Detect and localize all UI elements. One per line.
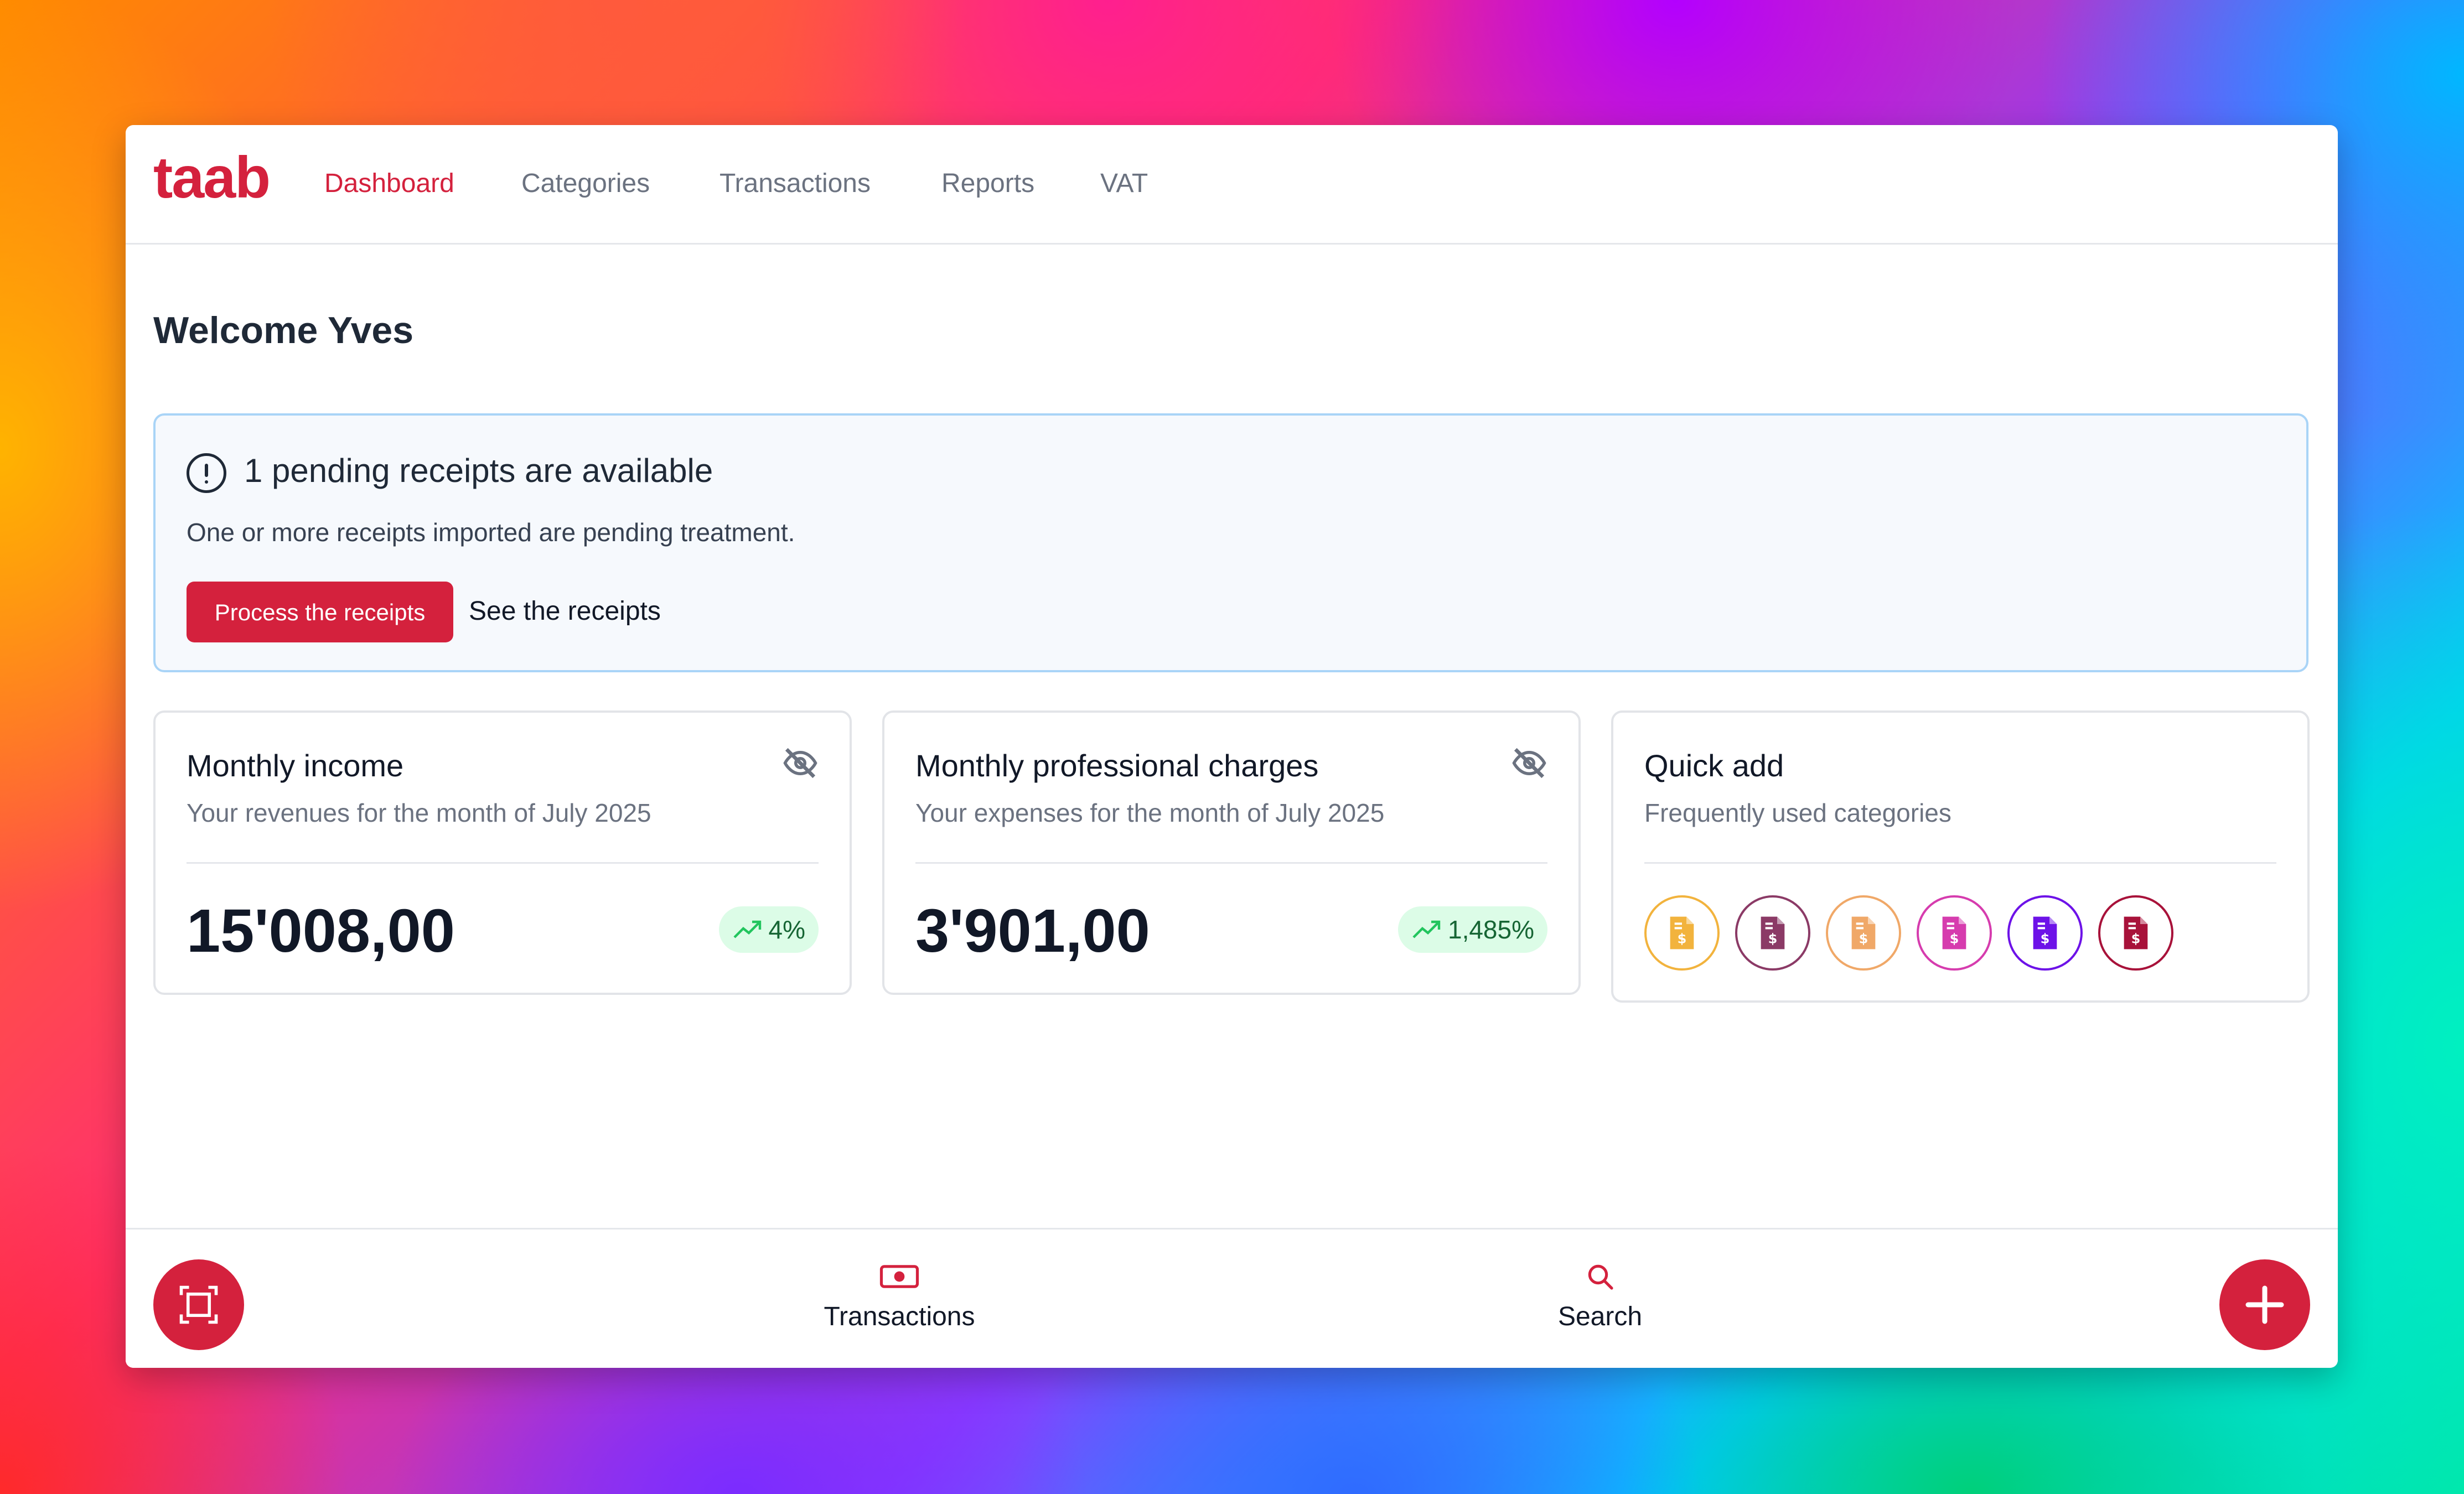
nav-item-dashboard[interactable]: Dashboard: [324, 170, 454, 197]
quick-add-categories: $ $ $ $ $ $: [1644, 895, 2173, 971]
tab-label: Search: [1557, 1302, 1643, 1331]
card-title: Monthly income: [187, 748, 404, 783]
svg-text:$: $: [2131, 931, 2141, 947]
see-receipts-button[interactable]: See the receipts: [469, 598, 661, 625]
pending-receipts-alert: 1 pending receipts are available One or …: [153, 413, 2308, 672]
trend-value: 4%: [768, 915, 805, 944]
tab-search[interactable]: Search: [1489, 1257, 1711, 1330]
quick-add-card: Quick add Frequently used categories $ $ $…: [1611, 710, 2310, 1003]
card-title: Quick add: [1644, 748, 1784, 783]
alert-description: One or more receipts imported are pendin…: [187, 518, 795, 547]
top-navigation: taab Dashboard Categories Transactions R…: [126, 125, 2338, 245]
svg-text:$: $: [1768, 931, 1778, 947]
process-receipts-button[interactable]: Process the receipts: [187, 582, 453, 642]
eye-off-icon[interactable]: [782, 745, 819, 781]
file-invoice-icon: $: [1761, 916, 1785, 950]
quick-add-category-button[interactable]: $: [1735, 895, 1810, 971]
nav-item-reports[interactable]: Reports: [941, 170, 1034, 197]
svg-text:$: $: [1950, 931, 1959, 947]
divider: [1644, 862, 2276, 864]
app-window: taab Dashboard Categories Transactions R…: [126, 125, 2338, 1368]
monthly-charges-card: Monthly professional charges Your expens…: [882, 710, 1581, 995]
banknote-icon: [879, 1265, 919, 1288]
svg-text:$: $: [2041, 931, 2050, 947]
alert-circle-icon: [187, 453, 226, 493]
page-title: Welcome Yves: [153, 309, 414, 351]
trend-badge: 1,485%: [1397, 906, 1547, 953]
quick-add-category-button[interactable]: $: [1826, 895, 1901, 971]
trending-up-icon: [1412, 920, 1441, 938]
add-transaction-button[interactable]: [2219, 1259, 2310, 1350]
nav-item-transactions[interactable]: Transactions: [719, 170, 871, 197]
svg-text:$: $: [1678, 931, 1687, 947]
bottom-bar: Transactions Search: [126, 1228, 2338, 1368]
quick-add-category-button[interactable]: $: [2098, 895, 2173, 971]
svg-text:$: $: [1859, 931, 1868, 947]
quick-add-category-button[interactable]: $: [1644, 895, 1720, 971]
file-invoice-icon: $: [1942, 916, 1966, 950]
quick-add-category-button[interactable]: $: [1917, 895, 1992, 971]
card-subtitle: Your revenues for the month of July 2025: [187, 798, 651, 827]
tab-transactions[interactable]: Transactions: [789, 1257, 1010, 1330]
quick-add-category-button[interactable]: $: [2007, 895, 2083, 971]
monthly-income-card: Monthly income Your revenues for the mon…: [153, 710, 852, 995]
scan-receipt-button[interactable]: [153, 1259, 244, 1350]
card-subtitle: Frequently used categories: [1644, 798, 1951, 827]
nav-item-categories[interactable]: Categories: [521, 170, 650, 197]
plus-icon: [2245, 1285, 2284, 1324]
alert-title: 1 pending receipts are available: [244, 452, 713, 489]
file-invoice-icon: $: [1851, 916, 1876, 950]
search-icon: [1588, 1264, 1613, 1290]
income-value: 15'008,00: [187, 897, 455, 965]
trend-value: 1,485%: [1447, 915, 1534, 944]
file-invoice-icon: $: [2124, 916, 2148, 950]
trending-up-icon: [733, 920, 761, 938]
scan-icon: [179, 1285, 218, 1324]
app-logo[interactable]: taab: [153, 148, 271, 207]
tab-label: Transactions: [824, 1302, 975, 1331]
card-title: Monthly professional charges: [915, 748, 1319, 783]
divider: [187, 862, 819, 864]
charges-value: 3'901,00: [915, 897, 1150, 965]
divider: [915, 862, 1547, 864]
file-invoice-icon: $: [1670, 916, 1694, 950]
nav-item-vat[interactable]: VAT: [1100, 170, 1148, 197]
eye-off-icon[interactable]: [1511, 745, 1547, 781]
trend-badge: 4%: [718, 906, 819, 953]
card-subtitle: Your expenses for the month of July 2025: [915, 798, 1385, 827]
file-invoice-icon: $: [2033, 916, 2057, 950]
